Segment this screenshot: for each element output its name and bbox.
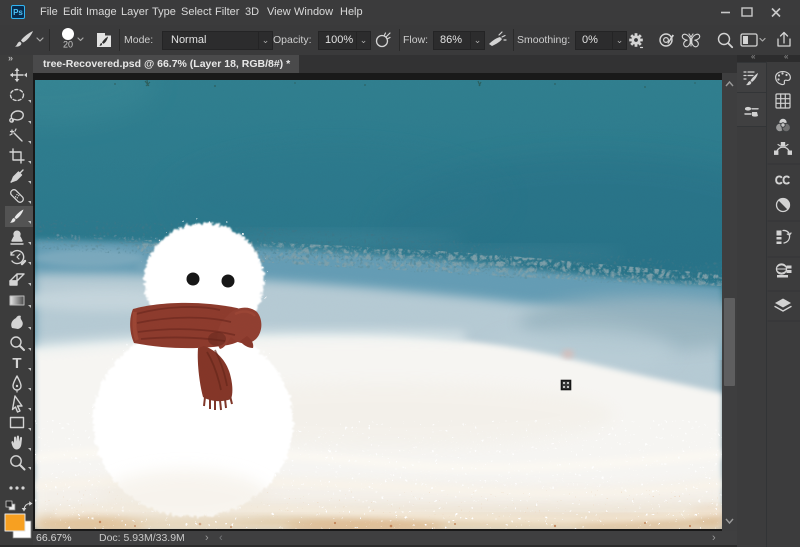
svg-text:T: T bbox=[12, 355, 21, 372]
svg-text:20: 20 bbox=[63, 40, 73, 50]
svg-text:»: » bbox=[8, 55, 13, 63]
